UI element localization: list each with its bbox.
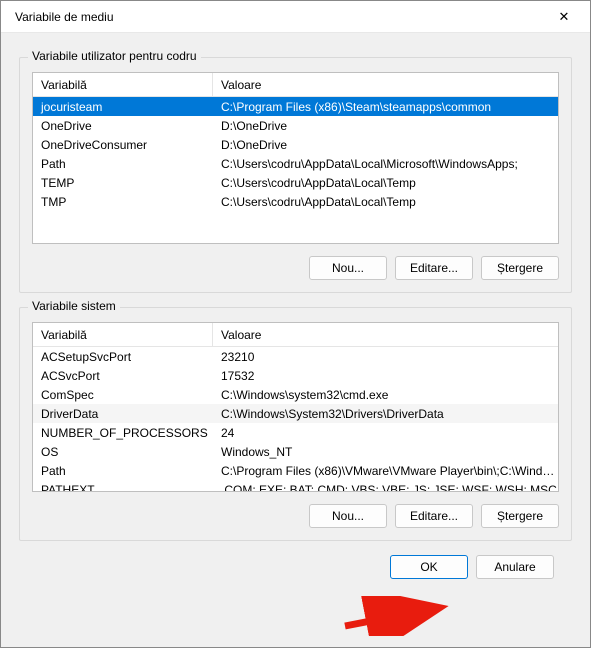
sys-delete-button[interactable]: Ștergere — [481, 504, 559, 528]
cancel-button[interactable]: Anulare — [476, 555, 554, 579]
cell-name: OS — [33, 445, 213, 459]
user-new-button[interactable]: Nou... — [309, 256, 387, 280]
cell-name: ACSvcPort — [33, 369, 213, 383]
cell-value: C:\Users\codru\AppData\Local\Temp — [213, 176, 558, 190]
window-title: Variabile de mediu — [15, 10, 114, 24]
close-icon: ✕ — [559, 9, 570, 25]
cell-name: Path — [33, 157, 213, 171]
user-vars-body[interactable]: jocuristeamC:\Program Files (x86)\Steam\… — [33, 97, 558, 243]
cell-name: TMP — [33, 195, 213, 209]
user-vars-group: Variabile utilizator pentru codru Variab… — [19, 57, 572, 293]
user-vars-label: Variabile utilizator pentru codru — [28, 49, 201, 63]
table-row[interactable]: PathC:\Users\codru\AppData\Local\Microso… — [33, 154, 558, 173]
list-header: Variabilă Valoare — [33, 73, 558, 97]
cell-value: C:\Program Files (x86)\Steam\steamapps\c… — [213, 100, 558, 114]
cell-name: OneDriveConsumer — [33, 138, 213, 152]
dialog-buttons: OK Anulare — [19, 541, 572, 579]
table-row[interactable]: ComSpecC:\Windows\system32\cmd.exe — [33, 385, 558, 404]
user-delete-button[interactable]: Ștergere — [481, 256, 559, 280]
close-button[interactable]: ✕ — [544, 3, 584, 31]
table-row[interactable]: ACSvcPort17532 — [33, 366, 558, 385]
sys-vars-label: Variabile sistem — [28, 299, 120, 313]
user-edit-button[interactable]: Editare... — [395, 256, 473, 280]
cell-name: jocuristeam — [33, 100, 213, 114]
cell-name: DriverData — [33, 407, 213, 421]
cell-value: 17532 — [213, 369, 558, 383]
content-area: Variabile utilizator pentru codru Variab… — [1, 33, 590, 647]
col-header-name[interactable]: Variabilă — [33, 73, 213, 96]
env-vars-window: Variabile de mediu ✕ Variabile utilizato… — [0, 0, 591, 648]
col-header-value[interactable]: Valoare — [213, 78, 558, 92]
cell-value: 24 — [213, 426, 558, 440]
cell-value: C:\Users\codru\AppData\Local\Temp — [213, 195, 558, 209]
table-row[interactable]: PATHEXT.COM;.EXE;.BAT;.CMD;.VBS;.VBE;.JS… — [33, 480, 558, 491]
cell-value: C:\Users\codru\AppData\Local\Microsoft\W… — [213, 157, 558, 171]
table-row[interactable]: PathC:\Program Files (x86)\VMware\VMware… — [33, 461, 558, 480]
list-header: Variabilă Valoare — [33, 323, 558, 347]
sys-vars-list[interactable]: Variabilă Valoare ACSetupSvcPort23210ACS… — [32, 322, 559, 492]
sys-vars-buttons: Nou... Editare... Ștergere — [32, 504, 559, 528]
cell-value: C:\Windows\system32\cmd.exe — [213, 388, 558, 402]
cell-value: Windows_NT — [213, 445, 558, 459]
table-row[interactable]: NUMBER_OF_PROCESSORS24 — [33, 423, 558, 442]
table-row[interactable]: DriverDataC:\Windows\System32\Drivers\Dr… — [33, 404, 558, 423]
cell-name: TEMP — [33, 176, 213, 190]
sys-new-button[interactable]: Nou... — [309, 504, 387, 528]
cell-name: PATHEXT — [33, 483, 213, 492]
cell-name: NUMBER_OF_PROCESSORS — [33, 426, 213, 440]
cell-name: OneDrive — [33, 119, 213, 133]
cell-value: C:\Windows\System32\Drivers\DriverData — [213, 407, 558, 421]
sys-edit-button[interactable]: Editare... — [395, 504, 473, 528]
cell-value: .COM;.EXE;.BAT;.CMD;.VBS;.VBE;.JS;.JSE;.… — [213, 483, 558, 492]
table-row[interactable]: jocuristeamC:\Program Files (x86)\Steam\… — [33, 97, 558, 116]
table-row[interactable]: ACSetupSvcPort23210 — [33, 347, 558, 366]
cell-name: ACSetupSvcPort — [33, 350, 213, 364]
table-row[interactable]: TEMPC:\Users\codru\AppData\Local\Temp — [33, 173, 558, 192]
ok-button[interactable]: OK — [390, 555, 468, 579]
table-row[interactable]: OSWindows_NT — [33, 442, 558, 461]
sys-vars-group: Variabile sistem Variabilă Valoare ACSet… — [19, 307, 572, 541]
user-vars-list[interactable]: Variabilă Valoare jocuristeamC:\Program … — [32, 72, 559, 244]
cell-value: C:\Program Files (x86)\VMware\VMware Pla… — [213, 464, 558, 478]
col-header-value[interactable]: Valoare — [213, 328, 558, 342]
cell-value: 23210 — [213, 350, 558, 364]
table-row[interactable]: OneDriveD:\OneDrive — [33, 116, 558, 135]
sys-vars-body[interactable]: ACSetupSvcPort23210ACSvcPort17532ComSpec… — [33, 347, 558, 491]
cell-value: D:\OneDrive — [213, 119, 558, 133]
table-row[interactable]: OneDriveConsumerD:\OneDrive — [33, 135, 558, 154]
col-header-name[interactable]: Variabilă — [33, 323, 213, 346]
cell-name: ComSpec — [33, 388, 213, 402]
table-row[interactable]: TMPC:\Users\codru\AppData\Local\Temp — [33, 192, 558, 211]
cell-name: Path — [33, 464, 213, 478]
cell-value: D:\OneDrive — [213, 138, 558, 152]
user-vars-buttons: Nou... Editare... Ștergere — [32, 256, 559, 280]
titlebar: Variabile de mediu ✕ — [1, 1, 590, 33]
